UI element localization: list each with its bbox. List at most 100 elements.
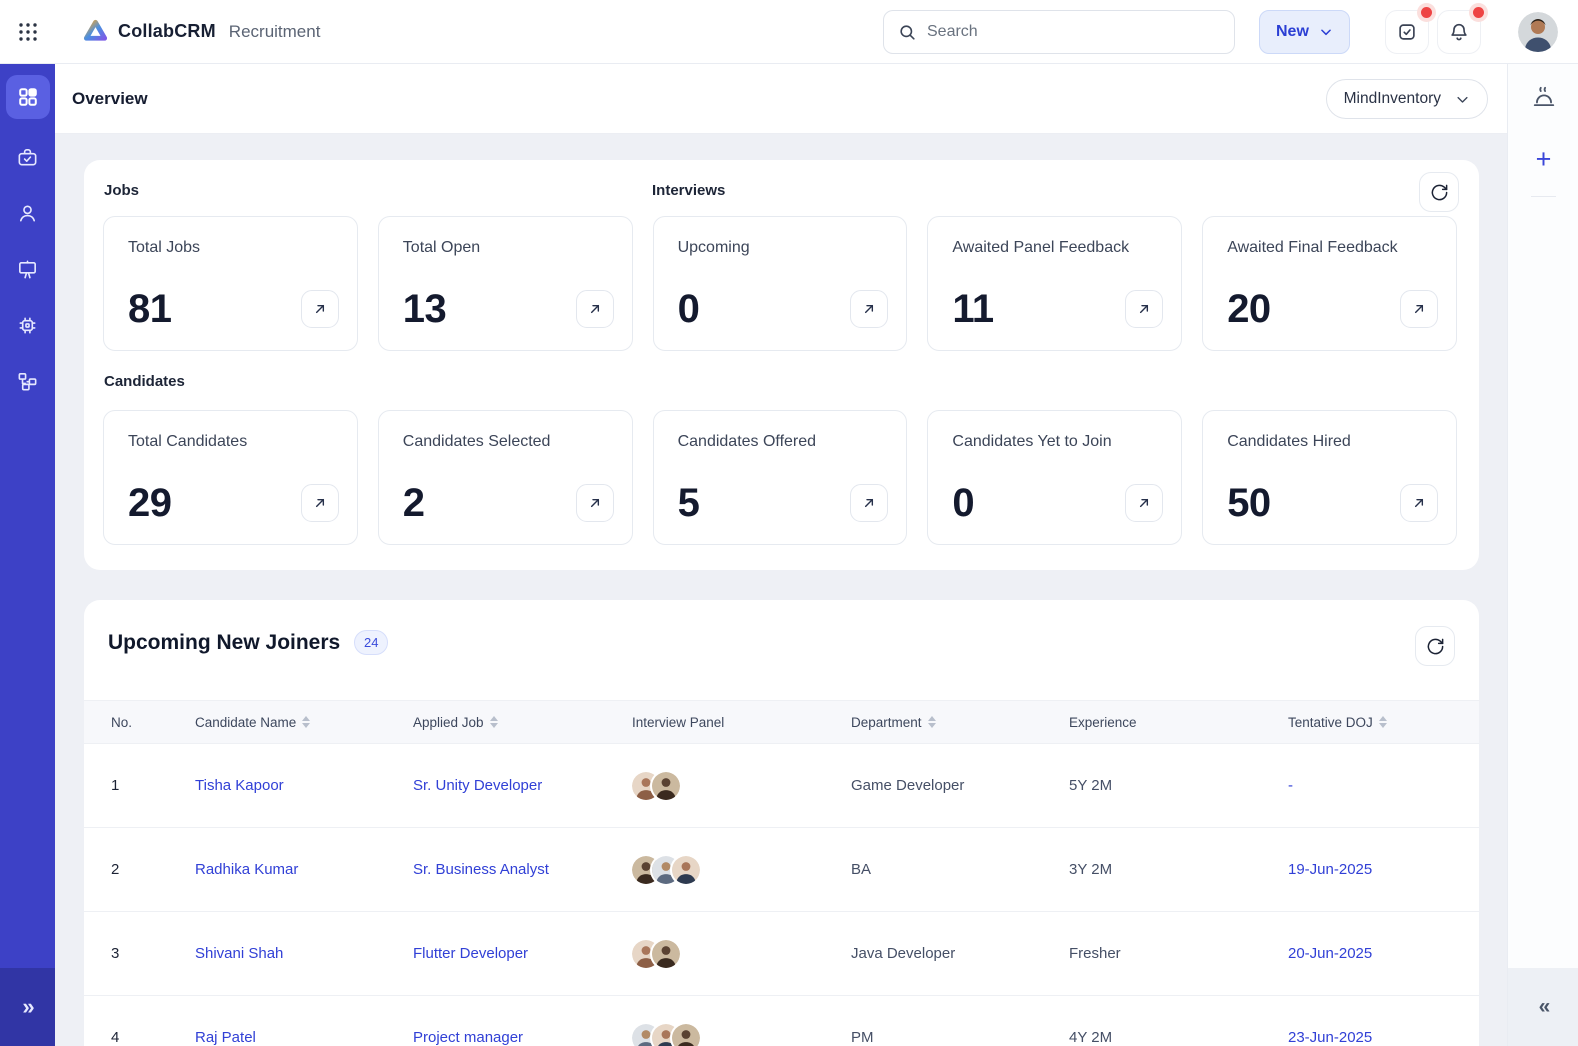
upcoming-joiners-panel: Upcoming New Joiners 24 No. Candidate Na…: [84, 600, 1479, 1046]
sidebar-item-jobs[interactable]: [10, 139, 46, 175]
tentative-doj-cell: -: [1288, 777, 1293, 794]
sidebar-item-candidates[interactable]: [10, 195, 46, 231]
tasks-notification-dot: [1421, 7, 1432, 18]
applied-job-link[interactable]: Sr. Business Analyst: [413, 861, 632, 878]
open-arrow-button[interactable]: [300, 290, 339, 328]
brand-module: Recruitment: [228, 21, 321, 41]
stats-row-bottom: Total Candidates 29 Candidates Selected …: [103, 410, 1457, 545]
refresh-icon: [1427, 638, 1443, 654]
col-candidate-name: Candidate Name: [195, 715, 413, 730]
notifications-button[interactable]: [1437, 7, 1484, 54]
joiners-table: No. Candidate Name Applied Job Interview…: [84, 700, 1479, 1046]
rail-add-button[interactable]: +: [1508, 146, 1578, 173]
interview-panel-avatars[interactable]: [632, 855, 851, 884]
open-arrow-button[interactable]: [1399, 484, 1438, 522]
stat-value: 13: [402, 287, 447, 331]
interview-panel-avatars[interactable]: [632, 1023, 851, 1046]
sort-toggle[interactable]: [302, 716, 311, 728]
candidate-name-link[interactable]: Shivani Shah: [195, 945, 413, 962]
new-button[interactable]: New: [1259, 10, 1350, 54]
table-row: 1 Tisha Kapoor Sr. Unity Developer Game …: [84, 744, 1479, 828]
user-avatar[interactable]: [1518, 12, 1558, 52]
rail-divider: [1531, 196, 1556, 197]
stat-label: Awaited Final Feedback: [1227, 239, 1398, 256]
stat-card-total-open: Total Open 13: [377, 216, 633, 351]
briefcase-check-icon: [18, 148, 37, 166]
open-arrow-button[interactable]: [1399, 290, 1438, 328]
experience-cell: Fresher: [1069, 945, 1121, 962]
open-arrow-button[interactable]: [1125, 290, 1164, 328]
open-arrow-button[interactable]: [850, 290, 889, 328]
stat-value: 2: [402, 481, 425, 525]
stat-label: Total Open: [402, 239, 481, 256]
col-tentative-doj: Tentative DOJ: [1288, 715, 1479, 730]
stat-label: Total Candidates: [128, 433, 248, 450]
col-no: No.: [111, 714, 133, 730]
tasks-button[interactable]: [1385, 7, 1432, 54]
joiners-refresh-button[interactable]: [1415, 626, 1455, 666]
bell-icon: [1451, 23, 1467, 41]
stat-card-candidates-selected: Candidates Selected 2: [377, 410, 633, 545]
table-row: 2 Radhika Kumar Sr. Business Analyst BA …: [84, 828, 1479, 912]
interviews-section-label: Interviews: [652, 182, 726, 199]
candidate-name-link[interactable]: Raj Patel: [195, 1029, 413, 1046]
stat-card-awaited-panel-feedback: Awaited Panel Feedback 11: [927, 216, 1183, 351]
interview-panel-avatars[interactable]: [632, 771, 851, 800]
stat-label: Awaited Panel Feedback: [952, 239, 1130, 256]
sort-toggle[interactable]: [1378, 716, 1387, 728]
open-arrow-button[interactable]: [1125, 484, 1164, 522]
open-arrow-button[interactable]: [850, 484, 889, 522]
whats-new-button[interactable]: [1508, 84, 1578, 110]
sidebar-item-skills[interactable]: [10, 307, 46, 343]
org-selector[interactable]: MindInventory: [1325, 79, 1488, 119]
open-arrow-button[interactable]: [300, 484, 339, 522]
candidates-section-label: Candidates: [104, 373, 185, 390]
arrow-up-right-icon: [865, 498, 874, 508]
interview-panel-avatars[interactable]: [632, 939, 851, 968]
stat-value: 29: [128, 481, 172, 525]
sort-toggle[interactable]: [927, 716, 936, 728]
stat-label: Candidates Selected: [402, 433, 551, 450]
stat-label: Upcoming: [677, 239, 750, 256]
chevron-down-icon: [1457, 96, 1468, 103]
stats-panel: Jobs Interviews Candidates Total Jobs 81…: [84, 160, 1479, 570]
app-launcher-icon[interactable]: [14, 18, 42, 46]
candidate-name-link[interactable]: Radhika Kumar: [195, 861, 413, 878]
search-box[interactable]: [883, 10, 1235, 54]
arrow-up-right-icon: [1140, 304, 1149, 314]
org-selector-value: MindInventory: [1343, 90, 1441, 107]
brand[interactable]: CollabCRM Recruitment: [82, 18, 320, 45]
double-chevron-left-icon: «: [1538, 995, 1551, 1018]
col-department: Department: [851, 715, 1069, 730]
candidate-name-link[interactable]: Tisha Kapoor: [195, 777, 413, 794]
stat-card-upcoming-interviews: Upcoming 0: [652, 216, 908, 351]
rail-collapse-button[interactable]: «: [1508, 968, 1578, 1046]
presentation-board-icon: [19, 260, 36, 278]
sort-toggle[interactable]: [489, 716, 498, 728]
sitemap-icon: [18, 372, 37, 390]
sidebar-expand-button[interactable]: »: [0, 968, 55, 1046]
search-input[interactable]: [927, 23, 1220, 41]
sidebar-item-interviews[interactable]: [10, 251, 46, 287]
stat-label: Total Jobs: [128, 239, 201, 256]
stat-label: Candidates Hired: [1227, 433, 1351, 450]
stats-refresh-button[interactable]: [1419, 172, 1459, 212]
top-bar: CollabCRM Recruitment New: [0, 0, 1578, 64]
sidebar-item-org-structure[interactable]: [10, 363, 46, 399]
page-header: Overview MindInventory: [55, 64, 1507, 134]
joiners-title: Upcoming New Joiners: [108, 630, 341, 654]
row-number: 3: [111, 945, 120, 962]
open-arrow-button[interactable]: [575, 484, 614, 522]
open-arrow-button[interactable]: [575, 290, 614, 328]
jobs-section-label: Jobs: [104, 182, 140, 199]
col-applied-job: Applied Job: [413, 715, 632, 730]
applied-job-link[interactable]: Flutter Developer: [413, 945, 632, 962]
notifications-dot: [1473, 7, 1484, 18]
stat-card-total-jobs: Total Jobs 81: [103, 216, 358, 351]
panelist-avatar: [652, 771, 680, 800]
applied-job-link[interactable]: Sr. Unity Developer: [413, 777, 632, 794]
experience-cell: 5Y 2M: [1069, 777, 1113, 794]
applied-job-link[interactable]: Project manager: [413, 1029, 632, 1046]
sidebar-item-dashboard[interactable]: [5, 75, 50, 119]
person-icon: [19, 204, 36, 222]
